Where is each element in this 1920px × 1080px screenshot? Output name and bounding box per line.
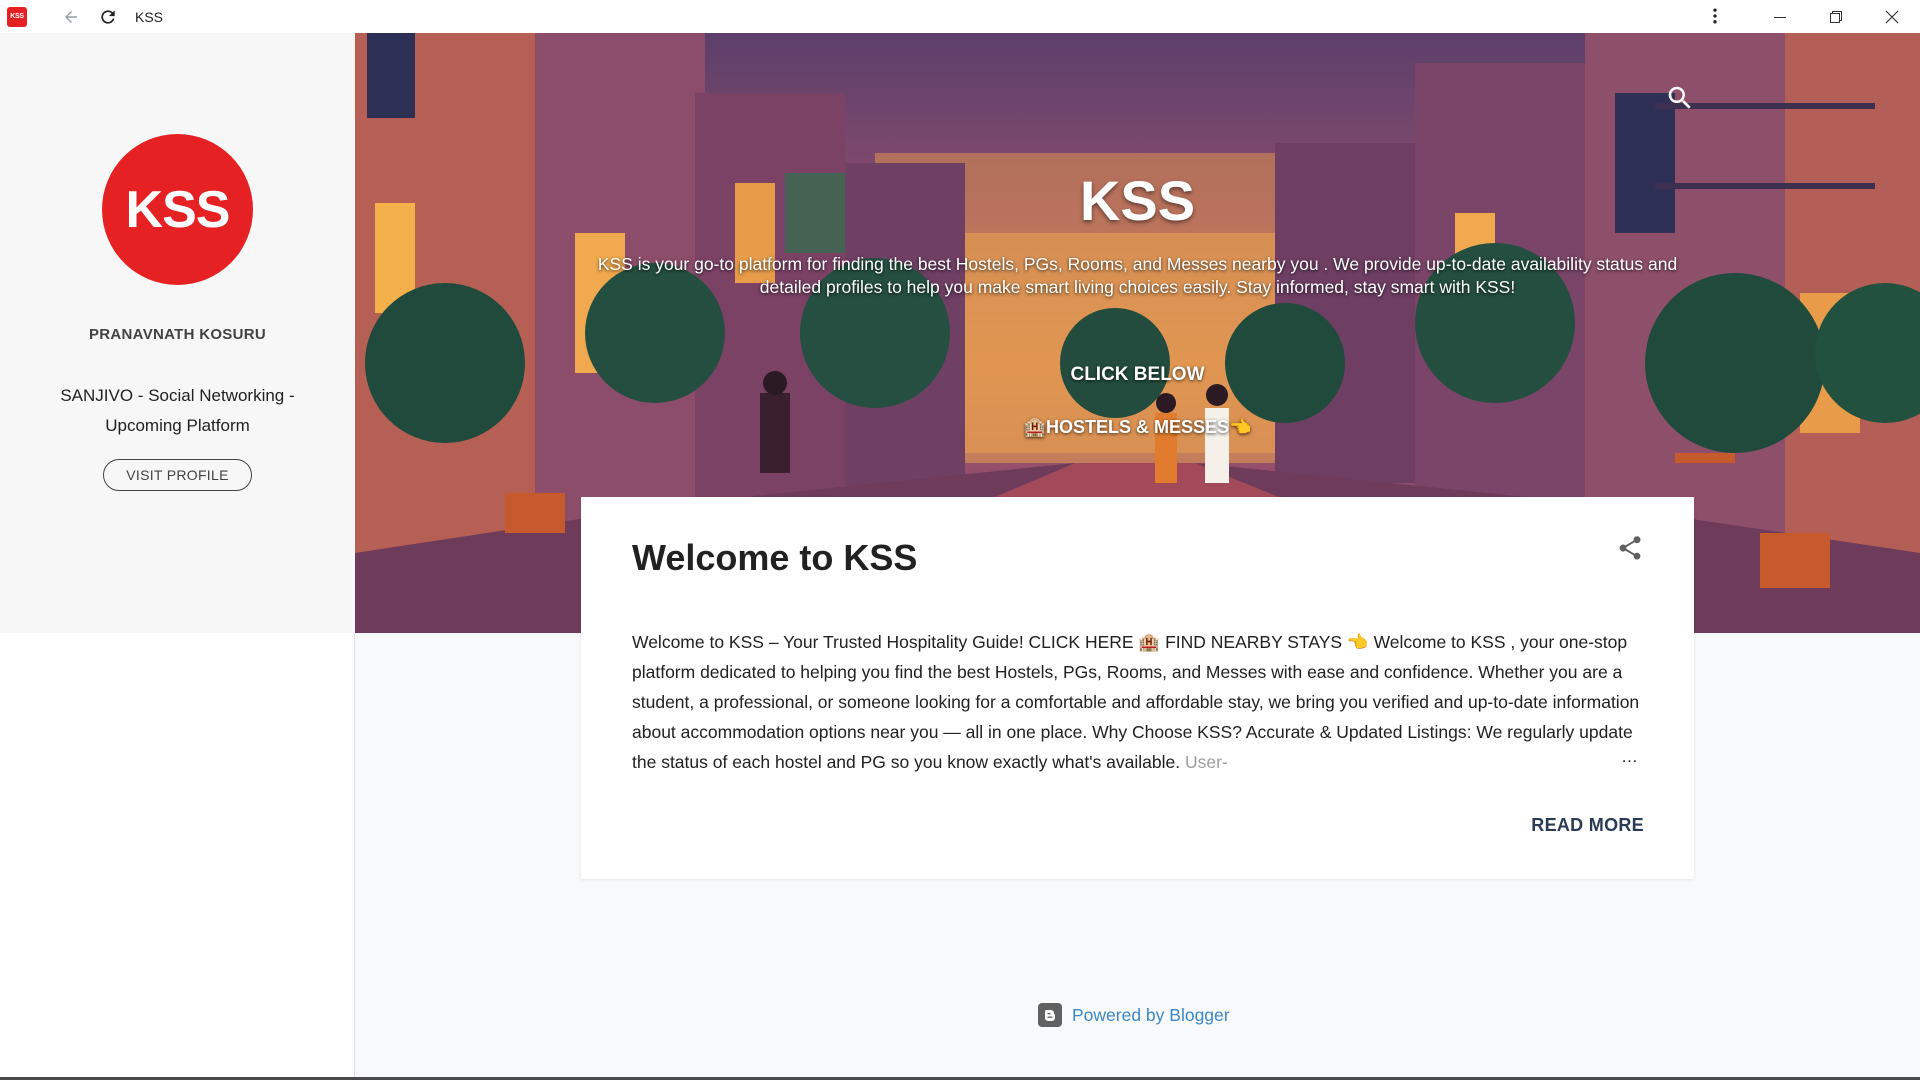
restore-button[interactable] xyxy=(1808,0,1864,33)
post-title[interactable]: Welcome to KSS xyxy=(632,537,917,579)
close-icon xyxy=(1885,10,1899,23)
back-button[interactable] xyxy=(58,4,84,30)
click-below-label: CLICK BELOW xyxy=(1070,364,1205,385)
arrow-left-icon xyxy=(65,10,77,23)
window-title: KSS xyxy=(135,8,164,25)
read-more-link[interactable]: READ MORE xyxy=(1531,815,1644,836)
share-button[interactable] xyxy=(1616,534,1644,562)
reload-button[interactable] xyxy=(95,4,121,30)
kebab-menu-icon xyxy=(1713,8,1717,24)
profile-avatar[interactable]: KSS xyxy=(102,134,253,285)
search-icon xyxy=(1668,86,1691,109)
blogger-icon xyxy=(1038,1003,1062,1027)
hostels-messes-link[interactable]: 🏨HOSTELS & MESSES👈 xyxy=(355,417,1920,438)
post-snippet-fade: User- xyxy=(1180,752,1228,772)
window-controls xyxy=(1752,0,1920,33)
powered-by-blogger-link[interactable]: Powered by Blogger xyxy=(1038,1003,1230,1027)
snippet-ellipsis: … xyxy=(1621,747,1638,766)
minimize-icon xyxy=(1774,16,1786,18)
post-snippet: Welcome to KSS – Your Trusted Hospitalit… xyxy=(632,627,1649,777)
minimize-button[interactable] xyxy=(1752,0,1808,33)
search-button[interactable] xyxy=(1665,83,1695,113)
post-card: Welcome to KSS Welcome to KSS – Your Tru… xyxy=(581,497,1694,879)
visit-profile-button[interactable]: VISIT PROFILE xyxy=(103,459,252,491)
app-logo-icon: KSS xyxy=(7,6,27,27)
profile-sidebar: KSS PRANAVNATH KOSURU SANJIVO - Social N… xyxy=(0,33,355,1078)
close-button[interactable] xyxy=(1864,0,1920,33)
powered-by-text: Powered by Blogger xyxy=(1072,1004,1230,1025)
restore-icon xyxy=(1830,10,1842,23)
main-content: KSS KSS is your go-to platform for findi… xyxy=(355,33,1920,1078)
post-snippet-text: Welcome to KSS – Your Trusted Hospitalit… xyxy=(632,632,1640,772)
profile-description: SANJIVO - Social Networking - Upcoming P… xyxy=(60,386,295,435)
reload-icon xyxy=(101,9,115,24)
title-bar: KSS KSS xyxy=(0,0,1920,33)
blog-description: KSS is your go-to platform for finding t… xyxy=(597,254,1678,297)
more-options-button[interactable] xyxy=(1702,3,1728,29)
share-icon xyxy=(1619,536,1641,560)
blog-title[interactable]: KSS xyxy=(355,168,1920,233)
profile-name[interactable]: PRANAVNATH KOSURU xyxy=(0,326,355,343)
profile-panel: KSS PRANAVNATH KOSURU SANJIVO - Social N… xyxy=(0,33,355,633)
